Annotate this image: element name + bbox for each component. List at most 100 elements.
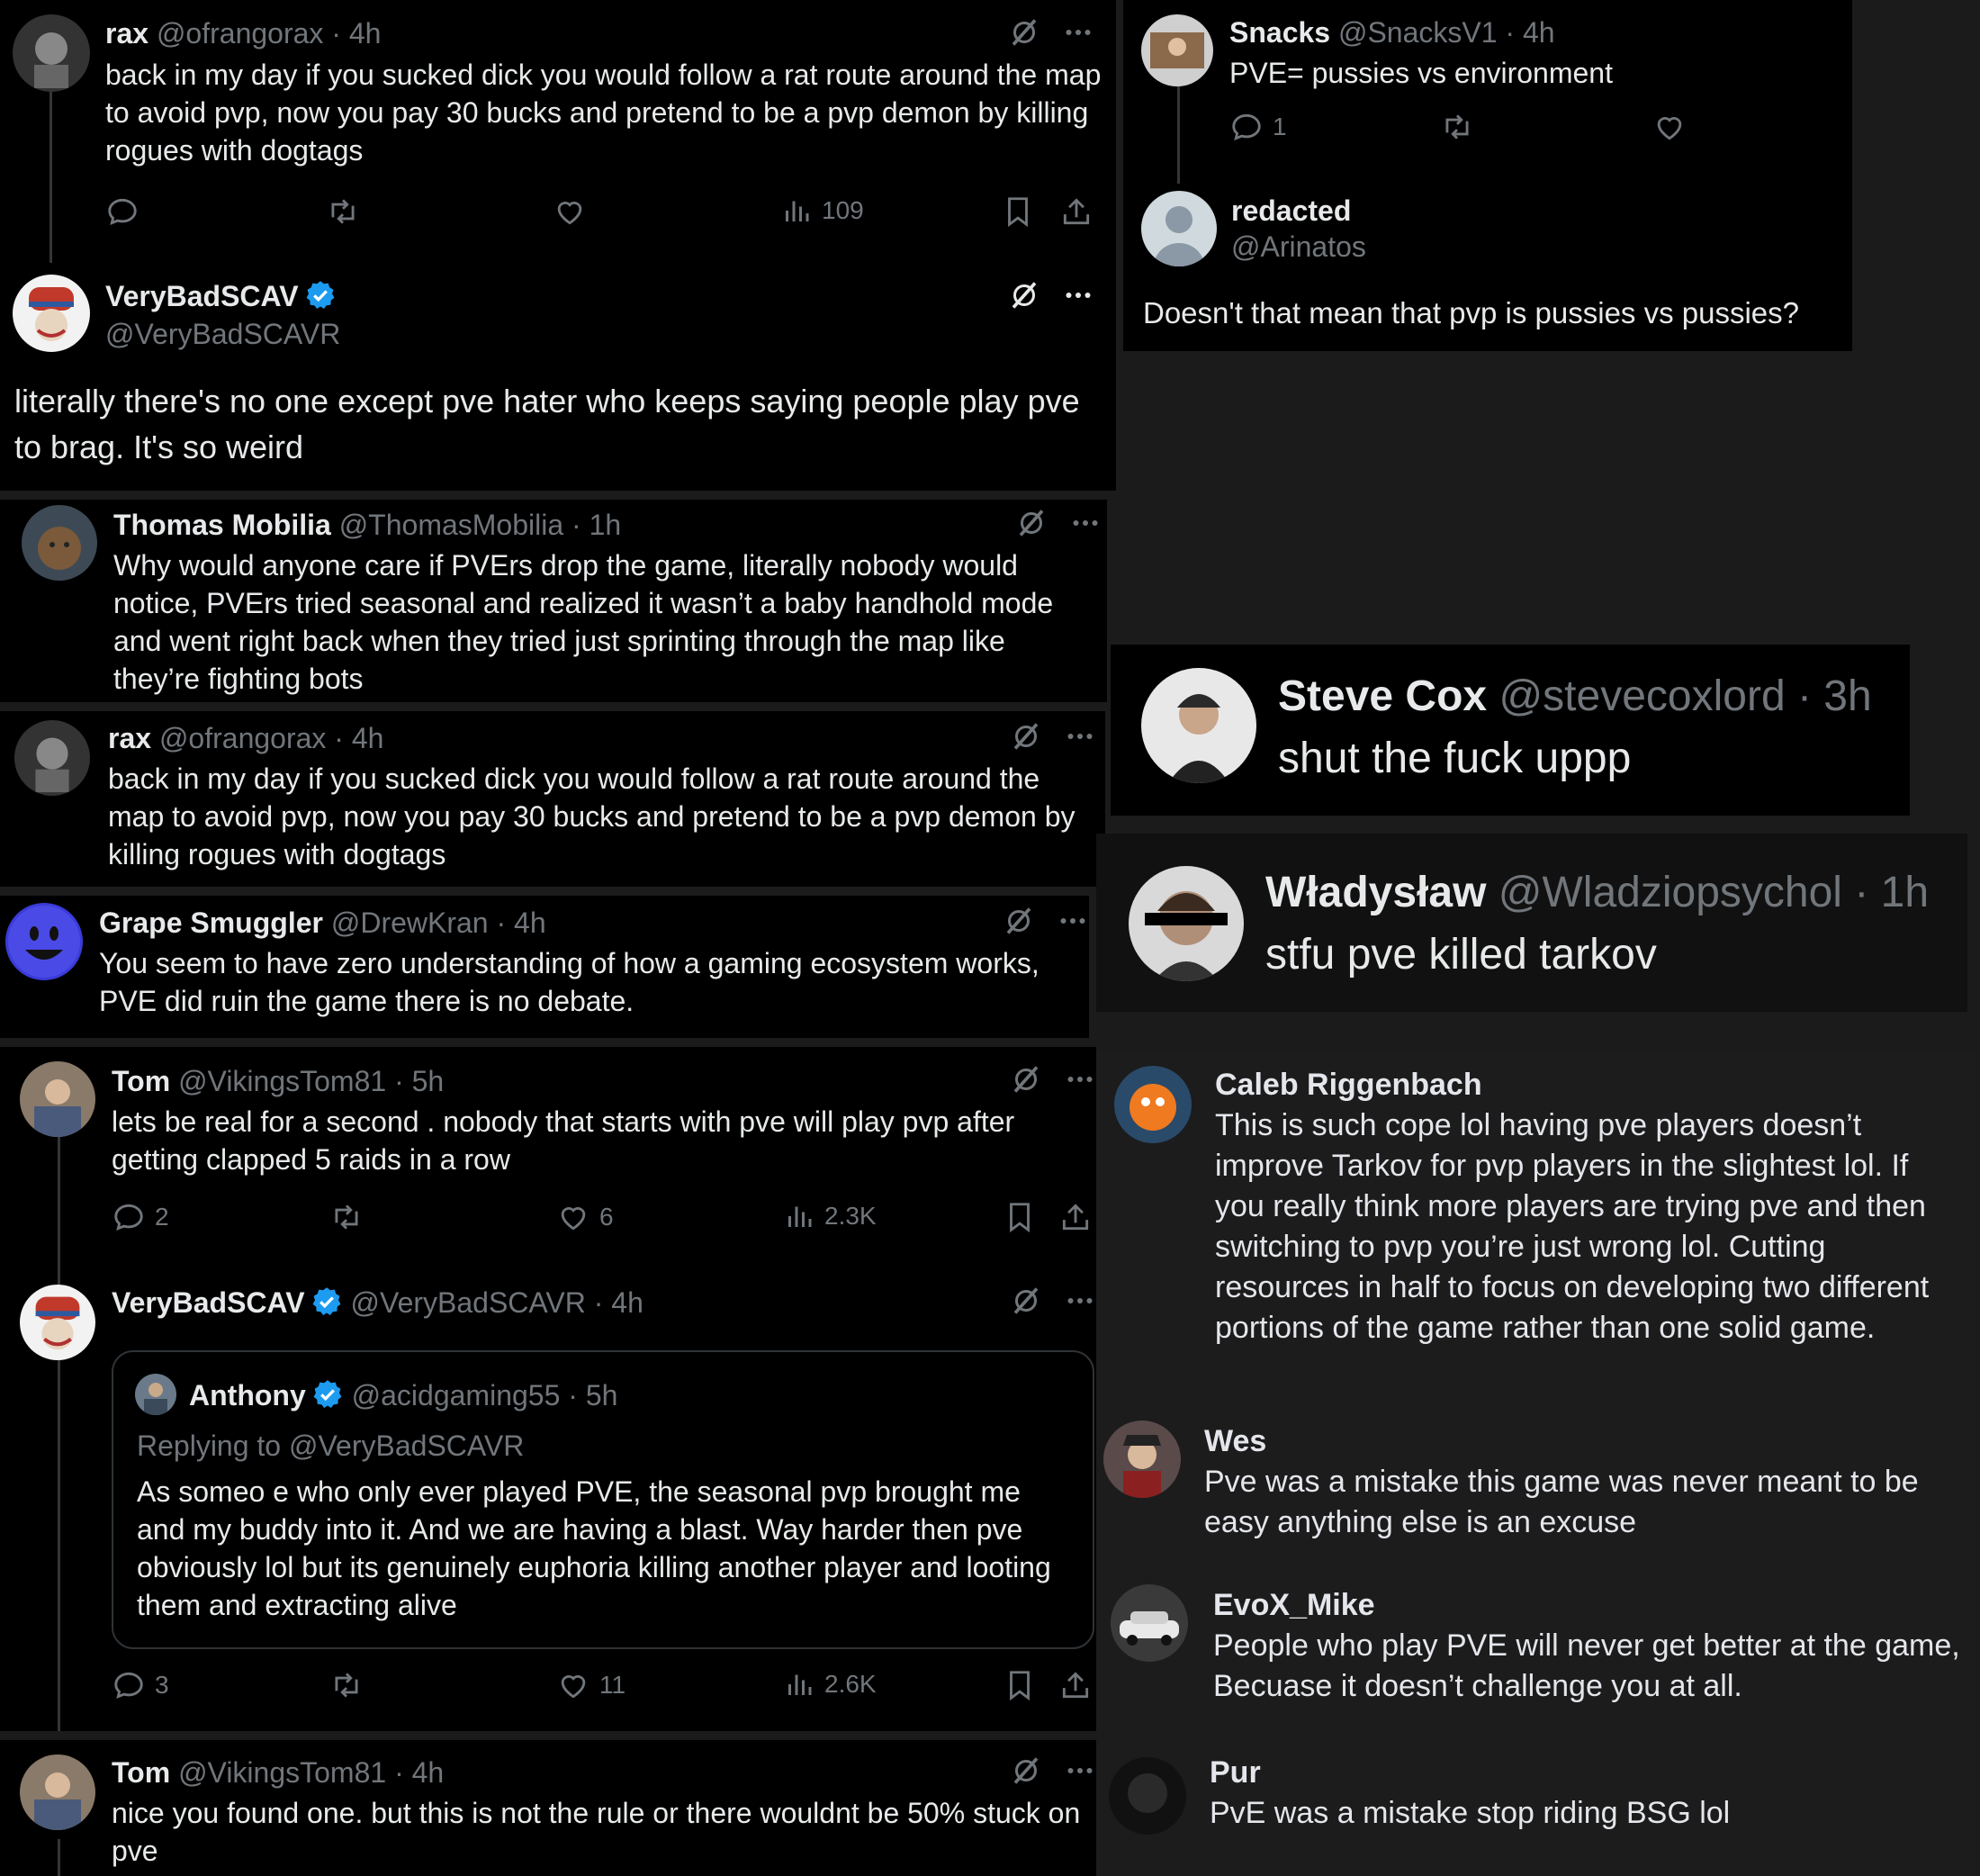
comment-author[interactable]: EvoX_Mike: [1213, 1586, 1375, 1624]
grok-icon[interactable]: [1008, 279, 1040, 311]
avatar-wladyslaw[interactable]: [1129, 866, 1244, 981]
display-name[interactable]: Tom: [112, 1065, 170, 1097]
display-name[interactable]: Grape Smuggler: [99, 906, 323, 939]
retweet-button[interactable]: [329, 1668, 364, 1702]
reply-button[interactable]: 3: [112, 1668, 169, 1702]
avatar-caleb[interactable]: [1114, 1066, 1192, 1143]
comment-author[interactable]: Caleb Riggenbach: [1215, 1066, 1482, 1104]
more-options-icon[interactable]: [1069, 507, 1102, 539]
display-name[interactable]: Władysław: [1265, 869, 1486, 916]
avatar-rax[interactable]: [14, 720, 90, 796]
timestamp[interactable]: · 4h: [496, 906, 545, 939]
tweet-top-icons: [1010, 1285, 1096, 1317]
comment-author[interactable]: Wes: [1204, 1422, 1266, 1460]
avatar-verybadscav[interactable]: [13, 275, 90, 352]
display-name[interactable]: redacted: [1231, 194, 1351, 227]
avatar-rax[interactable]: [13, 14, 90, 92]
like-button[interactable]: [553, 194, 587, 229]
user-handle[interactable]: @ofrangorax: [157, 17, 323, 50]
more-options-icon[interactable]: [1062, 16, 1094, 49]
user-handle[interactable]: @stevecoxlord: [1498, 672, 1785, 720]
share-button[interactable]: [1058, 1668, 1093, 1702]
more-options-icon[interactable]: [1057, 905, 1089, 937]
avatar-verybadscav[interactable]: [20, 1285, 95, 1360]
views-button[interactable]: 109: [780, 194, 864, 227]
grok-icon[interactable]: [1010, 1063, 1042, 1096]
avatar-wes[interactable]: [1103, 1421, 1181, 1498]
grok-icon[interactable]: [1010, 720, 1042, 753]
user-handle[interactable]: @Wladziopsychol: [1498, 869, 1842, 916]
display-name[interactable]: VeryBadSCAV: [112, 1286, 305, 1319]
more-options-icon[interactable]: [1064, 720, 1096, 753]
retweet-button[interactable]: [329, 1200, 364, 1234]
avatar-redacted[interactable]: [1141, 191, 1217, 266]
display-name[interactable]: Thomas Mobilia: [113, 509, 331, 541]
grok-icon[interactable]: [1003, 905, 1035, 937]
comment-author[interactable]: Pur: [1210, 1754, 1261, 1791]
user-handle[interactable]: @VeryBadSCAVR: [105, 318, 340, 350]
display-name[interactable]: rax: [105, 17, 148, 50]
more-options-icon[interactable]: [1064, 1063, 1096, 1096]
more-options-icon[interactable]: [1064, 1754, 1096, 1787]
reply-button[interactable]: 1: [1229, 110, 1287, 144]
bookmark-button[interactable]: [1001, 194, 1035, 229]
avatar-pur[interactable]: [1109, 1757, 1186, 1835]
share-button[interactable]: [1059, 194, 1094, 229]
timestamp[interactable]: · 1h: [572, 509, 621, 541]
timestamp[interactable]: · 4h: [331, 17, 381, 50]
user-handle[interactable]: @DrewKran: [331, 906, 489, 939]
like-button[interactable]: 6: [556, 1200, 614, 1234]
bookmark-button[interactable]: [1003, 1200, 1037, 1234]
bookmark-button[interactable]: [1003, 1668, 1037, 1702]
user-handle[interactable]: @Arinatos: [1231, 230, 1366, 263]
grok-icon[interactable]: [1010, 1285, 1042, 1317]
reply-button[interactable]: 2: [112, 1200, 169, 1234]
grok-icon[interactable]: [1008, 16, 1040, 49]
user-handle[interactable]: @VikingsTom81: [178, 1756, 386, 1789]
grok-icon[interactable]: [1010, 1754, 1042, 1787]
user-handle[interactable]: @SnacksV1: [1338, 16, 1498, 49]
tweet-actions: 3 11 2.6K: [112, 1668, 1089, 1709]
timestamp[interactable]: · 4h: [1505, 16, 1554, 49]
reply-icon: [1229, 110, 1264, 144]
user-handle[interactable]: @ThomasMobilia: [339, 509, 563, 541]
display-name[interactable]: Snacks: [1229, 16, 1330, 49]
timestamp[interactable]: · 5h: [394, 1065, 444, 1097]
like-button[interactable]: [1652, 110, 1687, 144]
views-button[interactable]: 2.6K: [783, 1668, 877, 1700]
quoted-tweet[interactable]: Anthony @acidgaming55 · 5h Replying to @…: [112, 1350, 1094, 1649]
more-options-icon[interactable]: [1062, 279, 1094, 311]
share-button[interactable]: [1058, 1200, 1093, 1234]
timestamp[interactable]: · 3h: [1797, 672, 1872, 720]
grok-icon[interactable]: [1015, 507, 1048, 539]
user-handle[interactable]: @VikingsTom81: [178, 1065, 386, 1097]
timestamp[interactable]: · 4h: [594, 1286, 644, 1319]
reply-button[interactable]: [105, 194, 140, 229]
like-button[interactable]: 11: [556, 1668, 626, 1702]
display-name[interactable]: Steve Cox: [1278, 672, 1487, 720]
retweet-button[interactable]: [1440, 110, 1474, 144]
timestamp[interactable]: · 4h: [394, 1756, 444, 1789]
retweet-button[interactable]: [326, 194, 360, 229]
tweet-text: You seem to have zero understanding of h…: [99, 947, 1040, 1017]
display-name[interactable]: Tom: [112, 1756, 170, 1789]
user-handle[interactable]: @VeryBadSCAVR: [351, 1286, 586, 1319]
more-options-icon[interactable]: [1064, 1285, 1096, 1317]
like-icon: [556, 1668, 590, 1702]
avatar-grape[interactable]: [5, 903, 83, 980]
avatar-thomas[interactable]: [22, 505, 97, 581]
user-handle[interactable]: @ofrangorax: [159, 722, 326, 754]
avatar-tom[interactable]: [20, 1754, 95, 1830]
display-name[interactable]: VeryBadSCAV: [105, 280, 299, 312]
views-icon: [783, 1668, 815, 1700]
timestamp[interactable]: · 1h: [1854, 869, 1929, 916]
retweet-icon: [329, 1200, 364, 1234]
avatar-snacks[interactable]: [1141, 14, 1213, 86]
avatar-steve[interactable]: [1141, 668, 1256, 783]
timestamp[interactable]: · 4h: [334, 722, 383, 754]
display-name[interactable]: rax: [108, 722, 151, 754]
avatar-tom[interactable]: [20, 1061, 95, 1137]
tweet-header: Grape Smuggler @DrewKran · 4h: [99, 905, 546, 941]
avatar-evox[interactable]: [1111, 1584, 1188, 1662]
views-button[interactable]: 2.3K: [783, 1200, 877, 1232]
